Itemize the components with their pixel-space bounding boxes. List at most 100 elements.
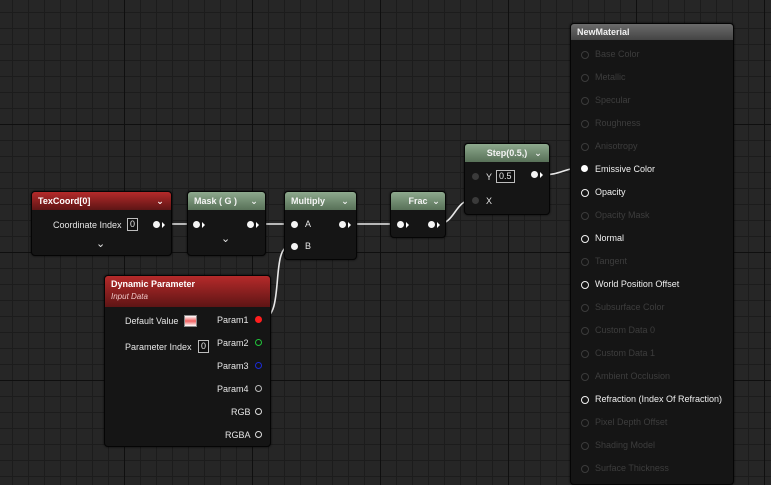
frac-node[interactable]: Frac ⌄ [390,191,446,238]
material-input-pin-icon[interactable] [581,442,589,450]
step-x-label: X [486,196,493,206]
chevron-down-icon[interactable]: ⌄ [249,192,259,210]
frac-output-pin-icon[interactable] [428,221,435,228]
mask-node-header[interactable]: Mask ( G ) ⌄ [188,192,265,210]
material-input-label: Tangent [595,256,628,266]
material-input-row[interactable]: Emissive Color [571,163,731,175]
arrow-right-icon [348,222,351,228]
material-input-row[interactable]: World Position Offset [571,278,731,290]
dynamic-parameter-node[interactable]: Dynamic Parameter Input Data Default Val… [104,275,271,447]
param3-output-pin-icon[interactable] [255,362,262,369]
material-input-row[interactable]: Metallic [571,71,731,83]
multiply-b-pin-icon[interactable] [291,243,298,250]
material-input-pin-icon[interactable] [581,373,589,381]
rgba-output-pin-icon[interactable] [255,431,262,438]
parameter-index-field[interactable]: 0 [198,340,210,353]
material-input-pin-icon[interactable] [581,97,589,105]
mask-node[interactable]: Mask ( G ) ⌄ ⌄ [187,191,266,256]
material-input-pin-icon[interactable] [581,281,589,289]
new-material-header[interactable]: NewMaterial [571,24,733,40]
step-y-field[interactable]: 0.5 [496,170,515,183]
material-input-label: Custom Data 1 [595,348,656,358]
arrow-right-icon [256,222,259,228]
rgba-label: RGBA [225,430,251,440]
dynamic-parameter-subtitle: Input Data [111,292,148,301]
new-material-node[interactable]: NewMaterial Base Color Metallic Specular Ro… [570,23,734,485]
material-input-pin-icon[interactable] [581,51,589,59]
step-output-pin-icon[interactable] [531,171,538,178]
multiply-node[interactable]: Multiply ⌄ A B [284,191,357,260]
material-input-pin-icon[interactable] [581,189,589,197]
material-input-label: Anisotropy [595,141,638,151]
material-input-pin-icon[interactable] [581,258,589,266]
material-input-pin-icon[interactable] [581,143,589,151]
material-input-row[interactable]: Pixel Depth Offset [571,416,731,428]
step-y-pin-icon[interactable] [472,173,479,180]
param4-output-pin-icon[interactable] [255,385,262,392]
material-input-pin-icon[interactable] [581,212,589,220]
material-input-row[interactable]: Specular [571,94,731,106]
material-input-label: Metallic [595,72,626,82]
material-input-row[interactable]: Anisotropy [571,140,731,152]
material-input-row[interactable]: Subsurface Color [571,301,731,313]
material-input-row[interactable]: Shading Model [571,439,731,451]
coordinate-index-field[interactable]: 0 [127,218,139,231]
material-input-row[interactable]: Opacity [571,186,731,198]
mask-output-pin-icon[interactable] [247,221,254,228]
multiply-a-pin-icon[interactable] [291,221,298,228]
material-input-label: Subsurface Color [595,302,665,312]
param1-output-pin-icon[interactable] [255,316,262,323]
material-input-pin-icon[interactable] [581,419,589,427]
material-input-row[interactable]: Custom Data 1 [571,347,731,359]
material-input-pin-icon[interactable] [581,327,589,335]
material-input-row[interactable]: Ambient Occlusion [571,370,731,382]
step-node-title: Step(0.5,) [486,148,528,158]
material-input-pin-icon[interactable] [581,74,589,82]
rgb-output-pin-icon[interactable] [255,408,262,415]
material-input-pin-icon[interactable] [581,350,589,358]
material-input-pin-icon[interactable] [581,165,588,172]
material-input-label: Ambient Occlusion [595,371,671,381]
arrow-right-icon [162,222,165,228]
multiply-output-pin-icon[interactable] [339,221,346,228]
texcoord-node-header[interactable]: TexCoord[0] ⌄ [32,192,171,210]
frac-node-title: Frac [408,196,428,206]
chevron-down-icon[interactable]: ⌄ [221,233,230,245]
material-input-pin-icon[interactable] [581,235,589,243]
param2-output-pin-icon[interactable] [255,339,262,346]
chevron-down-icon[interactable]: ⌄ [96,238,105,250]
default-value-label: Default Value [125,316,179,326]
step-node[interactable]: Step(0.5,) ⌄ Y 0.5 X [464,143,550,215]
param1-label: Param1 [217,315,249,325]
texcoord-output-pin-icon[interactable] [153,221,160,228]
frac-input-pin-icon[interactable] [397,221,404,228]
material-input-row[interactable]: Roughness [571,117,731,129]
mask-input-pin-icon[interactable] [193,221,200,228]
material-input-row[interactable]: Opacity Mask [571,209,731,221]
chevron-down-icon[interactable]: ⌄ [155,192,165,210]
multiply-node-header[interactable]: Multiply ⌄ [285,192,356,210]
texcoord-node[interactable]: TexCoord[0] ⌄ Coordinate Index 0 ⌄ [31,191,172,256]
material-input-pin-icon[interactable] [581,120,589,128]
dynamic-parameter-node-header[interactable]: Dynamic Parameter Input Data [105,276,270,307]
step-node-header[interactable]: Step(0.5,) ⌄ [465,144,549,162]
chevron-down-icon[interactable]: ⌄ [533,144,543,162]
material-input-row[interactable]: Surface Thickness [571,462,731,474]
step-x-pin-icon[interactable] [472,197,479,204]
material-input-row[interactable]: Custom Data 0 [571,324,731,336]
frac-node-header[interactable]: Frac ⌄ [391,192,445,210]
coordinate-index-label: Coordinate Index [53,220,122,230]
material-input-row[interactable]: Normal [571,232,731,244]
material-input-row[interactable]: Base Color [571,48,731,60]
rgb-label: RGB [231,407,251,417]
material-input-pin-icon[interactable] [581,304,589,312]
chevron-down-icon[interactable]: ⌄ [431,192,441,210]
param3-label: Param3 [217,361,249,371]
default-value-swatch[interactable] [184,315,197,327]
material-input-row[interactable]: Refraction (Index Of Refraction) [571,393,731,405]
material-input-label: Custom Data 0 [595,325,656,335]
chevron-down-icon[interactable]: ⌄ [340,192,350,210]
material-input-pin-icon[interactable] [581,396,589,404]
multiply-a-label: A [305,219,312,229]
material-input-row[interactable]: Tangent [571,255,731,267]
